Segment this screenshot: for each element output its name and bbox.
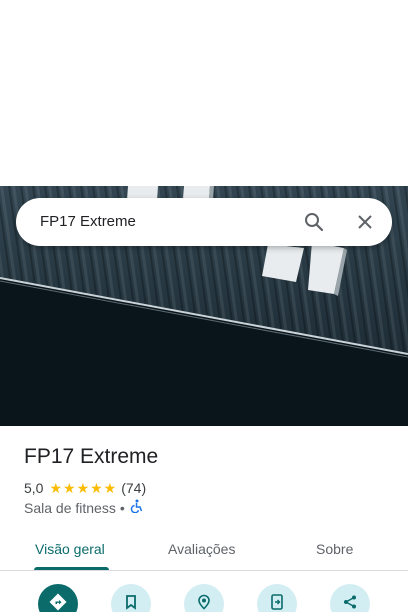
tab-reviews[interactable]: Avaliações bbox=[168, 540, 235, 558]
star-rating: ★★★★★ bbox=[49, 480, 118, 496]
nearby-button[interactable] bbox=[184, 584, 224, 612]
nearby-pin-icon bbox=[196, 594, 212, 612]
wheelchair-icon[interactable] bbox=[129, 499, 143, 517]
category-row: Sala de fitness • bbox=[24, 499, 143, 517]
search-input[interactable]: FP17 Extreme bbox=[40, 212, 136, 232]
tab-about[interactable]: Sobre bbox=[316, 540, 353, 558]
active-tab-indicator bbox=[34, 567, 109, 570]
bookmark-icon bbox=[124, 594, 138, 612]
separator: • bbox=[119, 500, 125, 516]
rating-row[interactable]: 5,0 ★★★★★ (74) bbox=[24, 479, 146, 497]
share-icon bbox=[342, 594, 358, 612]
tab-overview[interactable]: Visão geral bbox=[35, 540, 105, 558]
send-to-phone-button[interactable] bbox=[257, 584, 297, 612]
save-button[interactable] bbox=[111, 584, 151, 612]
review-count[interactable]: (74) bbox=[121, 479, 146, 497]
directions-icon bbox=[49, 593, 67, 612]
search-bar[interactable]: FP17 Extreme bbox=[16, 198, 392, 246]
tab-bar: Visão geral Avaliações Sobre bbox=[0, 530, 408, 571]
directions-button[interactable] bbox=[38, 584, 78, 612]
close-icon[interactable] bbox=[351, 208, 379, 236]
place-title: FP17 Extreme bbox=[24, 445, 159, 468]
rating-value: 5,0 bbox=[24, 480, 44, 496]
place-category: Sala de fitness bbox=[24, 500, 116, 516]
action-buttons bbox=[0, 584, 408, 612]
search-icon[interactable] bbox=[300, 208, 328, 236]
send-to-phone-icon bbox=[270, 593, 284, 612]
share-button[interactable] bbox=[330, 584, 370, 612]
place-sheet: FP17 Extreme FP17 Extreme 5,0 ★★★★★ (74)… bbox=[0, 0, 408, 612]
